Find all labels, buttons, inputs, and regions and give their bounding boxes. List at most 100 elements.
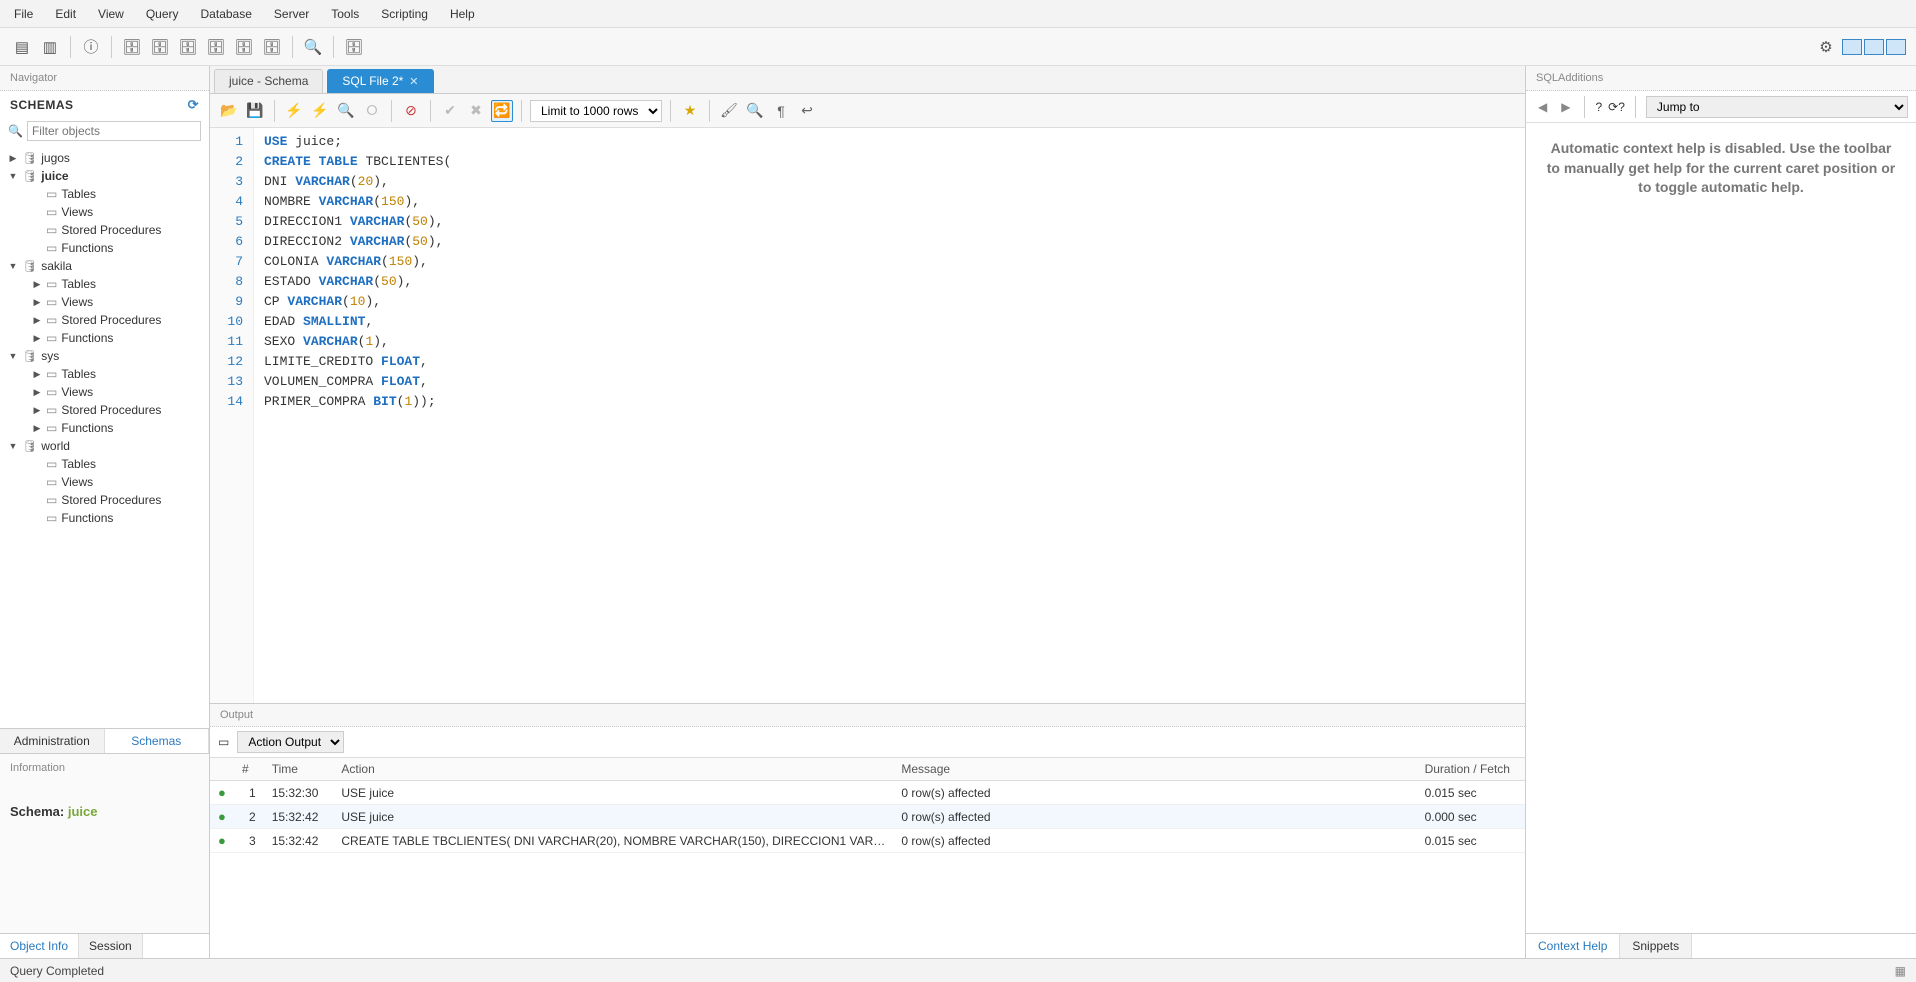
editor-tab[interactable]: SQL File 2*✕ — [327, 69, 433, 93]
folder-tables[interactable]: ▭ Tables — [4, 455, 205, 473]
folder-tables[interactable]: ▭ Tables — [4, 185, 205, 203]
output-row[interactable]: ● 3 15:32:42 CREATE TABLE TBCLIENTES( DN… — [210, 829, 1525, 853]
col-message[interactable]: Message — [893, 758, 1416, 781]
col-duration[interactable]: Duration / Fetch — [1417, 758, 1525, 781]
status-text: Query Completed — [10, 964, 104, 978]
open-icon[interactable]: 📂 — [218, 100, 240, 122]
code-content[interactable]: USE juice;CREATE TABLE TBCLIENTES(DNI VA… — [254, 128, 461, 703]
db-icon[interactable]: 🗄 — [120, 35, 144, 59]
panel-left-toggle[interactable] — [1842, 39, 1862, 55]
db-sakila[interactable]: ▼🛢 sakila — [4, 257, 205, 275]
explain-icon[interactable]: 🔍 — [335, 100, 357, 122]
db-icon[interactable]: 🗄 — [232, 35, 256, 59]
col-num[interactable]: # — [234, 758, 264, 781]
context-help-text: Automatic context help is disabled. Use … — [1526, 123, 1916, 933]
panel-bottom-toggle[interactable] — [1864, 39, 1884, 55]
db-icon[interactable]: 🗄 — [176, 35, 200, 59]
close-icon[interactable]: ✕ — [409, 75, 418, 88]
menu-server[interactable]: Server — [274, 7, 309, 21]
folder-stored-procedures[interactable]: ▶▭ Stored Procedures — [4, 311, 205, 329]
panel-right-toggle[interactable] — [1886, 39, 1906, 55]
menu-edit[interactable]: Edit — [55, 7, 76, 21]
folder-functions[interactable]: ▭ Functions — [4, 509, 205, 527]
folder-views[interactable]: ▶▭ Views — [4, 293, 205, 311]
folder-tables[interactable]: ▶▭ Tables — [4, 275, 205, 293]
sql-editor[interactable]: 1234567891011121314 USE juice;CREATE TAB… — [210, 128, 1525, 703]
folder-functions[interactable]: ▭ Functions — [4, 239, 205, 257]
open-sql-icon[interactable]: ▥ — [38, 35, 62, 59]
menu-view[interactable]: View — [98, 7, 124, 21]
wrap-icon[interactable]: ↩ — [796, 100, 818, 122]
main-toolbar: ▤ ▥ ⓘ 🗄 🗄 🗄 🗄 🗄 🗄 🔍 🗄 ⚙ — [0, 28, 1916, 66]
save-icon[interactable]: 💾 — [244, 100, 266, 122]
help-icon[interactable]: ? — [1595, 100, 1602, 114]
col-time[interactable]: Time — [264, 758, 334, 781]
back-icon[interactable]: ◀ — [1534, 100, 1551, 114]
folder-stored-procedures[interactable]: ▶▭ Stored Procedures — [4, 401, 205, 419]
col-action[interactable]: Action — [333, 758, 893, 781]
dont-execute-icon[interactable]: ⊘ — [400, 100, 422, 122]
db-world[interactable]: ▼🛢 world — [4, 437, 205, 455]
folder-views[interactable]: ▭ Views — [4, 203, 205, 221]
inspector-icon[interactable]: ⓘ — [79, 35, 103, 59]
menu-bar: File Edit View Query Database Server Tools Scri… — [0, 0, 1916, 28]
folder-tables[interactable]: ▶▭ Tables — [4, 365, 205, 383]
schema-tree[interactable]: ▶🛢 jugos▼🛢 juice▭ Tables▭ Views▭ Stored … — [0, 147, 209, 728]
autocommit-icon[interactable]: 🔁 — [491, 100, 513, 122]
db-icon[interactable]: 🗄 — [148, 35, 172, 59]
settings-icon[interactable]: ⚙ — [1814, 35, 1838, 59]
navigator-title: Navigator — [0, 66, 209, 91]
editor-panel: juice - SchemaSQL File 2*✕ 📂 💾 ⚡ ⚡ 🔍 ⭘ ⊘… — [210, 66, 1526, 958]
new-sql-icon[interactable]: ▤ — [10, 35, 34, 59]
forward-icon[interactable]: ▶ — [1557, 100, 1574, 114]
folder-stored-procedures[interactable]: ▭ Stored Procedures — [4, 221, 205, 239]
menu-database[interactable]: Database — [201, 7, 252, 21]
folder-functions[interactable]: ▶▭ Functions — [4, 419, 205, 437]
db-sys[interactable]: ▼🛢 sys — [4, 347, 205, 365]
search-icon[interactable]: 🔍 — [301, 35, 325, 59]
separator — [292, 36, 293, 58]
db-icon[interactable]: 🗄 — [204, 35, 228, 59]
beautify-icon[interactable]: 🖌 — [718, 100, 740, 122]
tab-administration[interactable]: Administration — [0, 729, 105, 753]
jump-to-select[interactable]: Jump to — [1646, 96, 1908, 118]
folder-views[interactable]: ▶▭ Views — [4, 383, 205, 401]
tab-snippets[interactable]: Snippets — [1620, 934, 1692, 958]
output-table[interactable]: # Time Action Message Duration / Fetch ●… — [210, 758, 1525, 958]
output-mode-select[interactable]: Action Output — [237, 731, 344, 753]
tab-session[interactable]: Session — [79, 934, 143, 958]
tab-object-info[interactable]: Object Info — [0, 934, 79, 958]
limit-rows-select[interactable]: Limit to 1000 rows — [530, 100, 662, 122]
menu-help[interactable]: Help — [450, 7, 475, 21]
output-row[interactable]: ● 2 15:32:42 USE juice 0 row(s) affected… — [210, 805, 1525, 829]
menu-scripting[interactable]: Scripting — [381, 7, 428, 21]
tab-schemas[interactable]: Schemas — [105, 729, 210, 753]
folder-stored-procedures[interactable]: ▭ Stored Procedures — [4, 491, 205, 509]
output-mode-icon[interactable]: ▭ — [218, 735, 229, 749]
auto-help-icon[interactable]: ⟳? — [1608, 100, 1625, 114]
folder-functions[interactable]: ▶▭ Functions — [4, 329, 205, 347]
invisible-icon[interactable]: ¶ — [770, 100, 792, 122]
db-juice[interactable]: ▼🛢 juice — [4, 167, 205, 185]
stop-icon[interactable]: ⭘ — [361, 100, 383, 122]
star-icon[interactable]: ★ — [679, 100, 701, 122]
line-gutter: 1234567891011121314 — [210, 128, 254, 703]
commit-icon[interactable]: ✔ — [439, 100, 461, 122]
filter-objects-input[interactable] — [27, 121, 201, 141]
db-jugos[interactable]: ▶🛢 jugos — [4, 149, 205, 167]
menu-query[interactable]: Query — [146, 7, 179, 21]
tab-context-help[interactable]: Context Help — [1526, 934, 1620, 958]
menu-file[interactable]: File — [14, 7, 33, 21]
find-icon[interactable]: 🔍 — [744, 100, 766, 122]
refresh-icon[interactable]: ⟳ — [188, 97, 199, 113]
dbconnections-icon[interactable]: 🗄 — [342, 35, 366, 59]
rollback-icon[interactable]: ✖ — [465, 100, 487, 122]
db-icon[interactable]: 🗄 — [260, 35, 284, 59]
folder-views[interactable]: ▭ Views — [4, 473, 205, 491]
grid-icon[interactable]: ▦ — [1895, 964, 1906, 978]
menu-tools[interactable]: Tools — [331, 7, 359, 21]
execute-step-icon[interactable]: ⚡ — [309, 100, 331, 122]
output-row[interactable]: ● 1 15:32:30 USE juice 0 row(s) affected… — [210, 781, 1525, 805]
execute-icon[interactable]: ⚡ — [283, 100, 305, 122]
editor-tab[interactable]: juice - Schema — [214, 69, 323, 93]
